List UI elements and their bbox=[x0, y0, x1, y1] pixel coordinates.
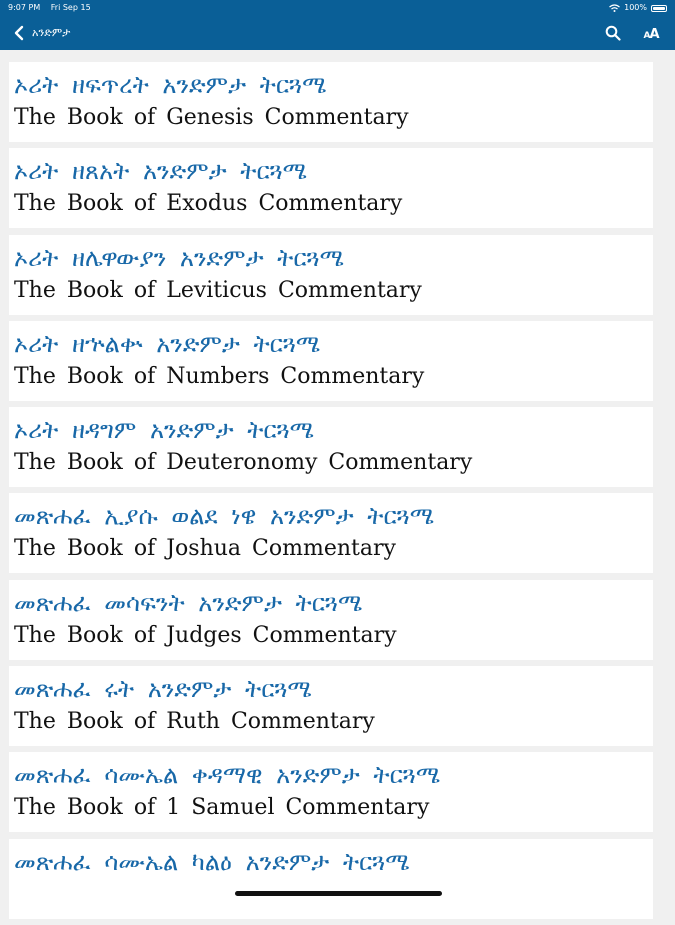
navigation-bar: አንድምታ AA bbox=[0, 16, 675, 50]
list-item[interactable]: ኦሪት ዘፍጥረት አንድምታ ትርጓሜ The Book of Genesis … bbox=[9, 62, 653, 142]
book-title-geez: ኦሪት ዘሌዋውያን አንድምታ ትርጓሜ bbox=[14, 243, 344, 272]
list-item[interactable]: ኦሪት ዘኍልቍ አንድምታ ትርጓሜ The Book of Numbers C… bbox=[9, 320, 653, 401]
list-item[interactable]: መጽሐፈ ሳሙኤል ካልዕ አንድምታ ትርጓሜ bbox=[9, 838, 653, 919]
book-title-english: The Book of Numbers Commentary bbox=[14, 363, 425, 389]
font-size-button[interactable]: AA bbox=[641, 23, 661, 43]
status-right: 100% bbox=[609, 0, 667, 16]
wifi-icon bbox=[609, 4, 620, 12]
book-title-geez: መጽሐፈ ኢያሱ ወልደ ነዌ አንድምታ ትርጓሜ bbox=[14, 502, 435, 531]
book-title-geez: ኦሪት ዘፍጥረት አንድምታ ትርጓሜ bbox=[14, 71, 327, 99]
book-title-geez: መጽሐፈ ሳሙኤል ካልዕ አንድምታ ትርጓሜ bbox=[14, 847, 410, 876]
nav-title: አንድምታ bbox=[32, 26, 71, 39]
book-title-english: The Book of Exodus Commentary bbox=[14, 191, 403, 217]
list-item[interactable]: መጽሐፈ መሳፍንት አንድምታ ትርጓሜ The Book of Judges … bbox=[9, 579, 653, 660]
book-title-english: The Book of Leviticus Commentary bbox=[14, 277, 422, 303]
font-size-icon: AA bbox=[643, 27, 659, 42]
search-button[interactable] bbox=[603, 23, 623, 43]
battery-percent: 100% bbox=[624, 3, 647, 12]
book-list: ኦሪት ዘፍጥረት አንድምታ ትርጓሜ The Book of Genesis … bbox=[9, 62, 653, 925]
search-icon bbox=[605, 25, 621, 41]
battery-icon bbox=[651, 4, 667, 12]
book-title-geez: መጽሐፈ ሩት አንድምታ ትርጓሜ bbox=[14, 675, 312, 704]
status-bar: 9:07 PM Fri Sep 15 100% bbox=[0, 0, 675, 16]
book-title-english: The Book of Joshua Commentary bbox=[14, 536, 396, 562]
list-item[interactable]: መጽሐፈ ሩት አንድምታ ትርጓሜ The Book of Ruth Comme… bbox=[9, 666, 653, 747]
book-title-geez: ኦሪት ዘኍልቍ አንድምታ ትርጓሜ bbox=[14, 329, 321, 358]
book-title-english: The Book of 1 Samuel Commentary bbox=[14, 795, 430, 821]
list-item[interactable]: መጽሐፈ ኢያሱ ወልደ ነዌ አንድምታ ትርጓሜ The Book of Jo… bbox=[9, 493, 653, 574]
book-title-english: The Book of Deuteronomy Commentary bbox=[14, 450, 473, 476]
list-item[interactable]: መጽሐፈ ሳሙኤል ቀዳማዊ አንድምታ ትርጓሜ The Book of 1 S… bbox=[9, 752, 653, 833]
list-item[interactable]: ኦሪት ዘዳግም አንድምታ ትርጓሜ The Book of Deuterono… bbox=[9, 407, 653, 488]
book-title-english: The Book of Judges Commentary bbox=[14, 622, 397, 648]
nav-actions: AA bbox=[603, 22, 661, 44]
back-button[interactable]: አንድምታ bbox=[14, 22, 70, 44]
book-title-geez: ኦሪት ዘጸአት አንድምታ ትርጓሜ bbox=[14, 157, 308, 186]
chevron-left-icon bbox=[14, 25, 24, 41]
status-date: Fri Sep 15 bbox=[50, 3, 91, 12]
book-title-geez: ኦሪት ዘዳግም አንድምታ ትርጓሜ bbox=[14, 416, 314, 445]
book-title-geez: መጽሐፈ ሳሙኤል ቀዳማዊ አንድምታ ትርጓሜ bbox=[14, 761, 441, 790]
book-title-english: The Book of Genesis Commentary bbox=[14, 105, 409, 130]
status-time: 9:07 PM bbox=[8, 3, 41, 12]
list-item[interactable]: ኦሪት ዘጸአት አንድምታ ትርጓሜ The Book of Exodus Co… bbox=[9, 148, 653, 229]
book-title-english: The Book of Ruth Commentary bbox=[14, 709, 375, 735]
book-title-geez: መጽሐፈ መሳፍንት አንድምታ ትርጓሜ bbox=[14, 588, 363, 617]
home-indicator bbox=[235, 891, 442, 896]
list-item[interactable]: ኦሪት ዘሌዋውያን አንድምታ ትርጓሜ The Book of Levitic… bbox=[9, 234, 653, 315]
status-left: 9:07 PM Fri Sep 15 bbox=[8, 0, 99, 16]
